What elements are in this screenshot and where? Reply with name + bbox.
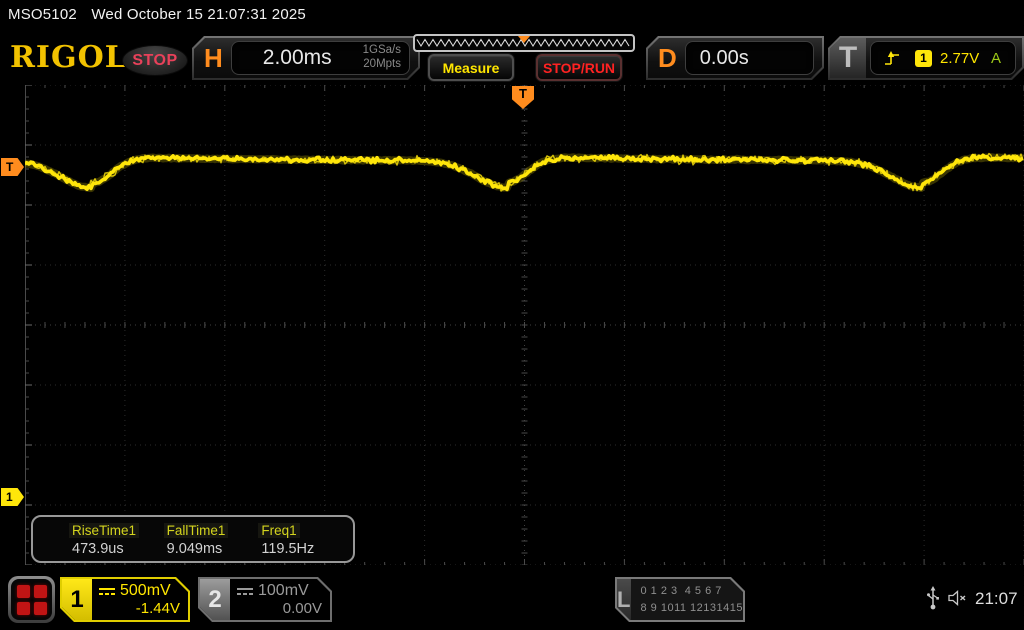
windows-menu-button[interactable] [8,576,55,623]
measurement-label: FallTime1 [163,523,229,538]
channel1-scale: 500mV [120,582,171,599]
oscilloscope-screen: MSO5102 Wed October 15 21:07:31 2025 RIG… [0,0,1024,630]
delay-value: 0.00s [699,46,749,69]
trigger-menu[interactable]: T 1 2.77V A [828,36,1024,80]
measurement-value: 119.5Hz [261,541,315,557]
usb-icon [926,585,940,611]
measurement-freq: Freq1 119.5Hz [258,522,353,561]
overview-zigzag [416,36,630,48]
logic-channels-badge[interactable]: L 0 1 2 3 4 5 6 7 8 9 1011 12131415 [615,577,745,622]
model-name: MSO5102 [8,6,77,23]
measurement-falltime: FallTime1 9.049ms [163,522,259,561]
delay-menu[interactable]: D 0.00s [646,36,824,80]
acquisition-status-badge: STOP [122,45,188,76]
channel1-ground-marker[interactable]: 1 [1,488,24,506]
measure-button[interactable]: Measure [428,54,514,81]
trigger-box: 1 2.77V A [870,41,1016,75]
timebase-box: 2.00ms 1GSa/s 20Mpts [231,41,410,75]
measurement-risetime: RiseTime1 473.9us [69,522,164,561]
channel1-badge[interactable]: 1 500mV -1.44V [60,577,190,622]
sound-muted-icon [948,590,968,606]
trigger-level-value: 2.77V [940,49,980,67]
trigger-source-badge: 1 [915,50,932,67]
timebase-value: 2.00ms [262,46,332,69]
waveform-overview-strip[interactable] [413,34,635,52]
channel2-badge[interactable]: 2 100mV 0.00V [198,577,332,622]
sample-rate: 1GSa/s [362,44,401,57]
dc-coupling-icon [98,586,116,596]
measurement-label: Freq1 [258,523,300,538]
trigger-sweep-mode: A [990,49,1001,67]
channel2-number: 2 [200,579,230,620]
channel2-offset: 0.00V [282,600,322,617]
channel1-offset: -1.44V [135,600,180,617]
trigger-label: T [830,38,866,78]
rising-edge-icon [883,50,901,67]
dc-coupling-icon [236,586,254,596]
rigol-logo: RIGOL [10,40,127,75]
delay-label: D [658,42,677,73]
measurement-label: RiseTime1 [69,523,140,538]
clock: 21:07 [975,589,1018,608]
channel2-scale: 100mV [258,582,309,599]
measurement-panel[interactable]: RiseTime1 473.9us FallTime1 9.049ms Freq… [31,515,355,563]
logic-label: L [617,579,631,620]
stop-run-button[interactable]: STOP/RUN [536,54,622,81]
measurement-value: 9.049ms [166,541,223,557]
logic-row1: 0 1 2 3 4 5 6 7 [640,585,722,597]
red-squares-icon [11,579,52,620]
datetime: Wed October 15 21:07:31 2025 [91,6,306,23]
horizontal-label: H [204,42,223,73]
horizontal-menu[interactable]: H 2.00ms 1GSa/s 20Mpts [192,36,420,80]
measurement-value: 473.9us [72,541,124,557]
delay-box: 0.00s [685,41,814,75]
waveform-plot[interactable] [25,85,1024,565]
status-bar: MSO5102 Wed October 15 21:07:31 2025 [8,6,316,23]
logic-row2: 8 9 1011 12131415 [640,601,743,614]
trigger-level-marker[interactable]: T [1,158,24,176]
channel1-number: 1 [62,579,92,620]
memory-depth: 20Mpts [363,58,401,70]
